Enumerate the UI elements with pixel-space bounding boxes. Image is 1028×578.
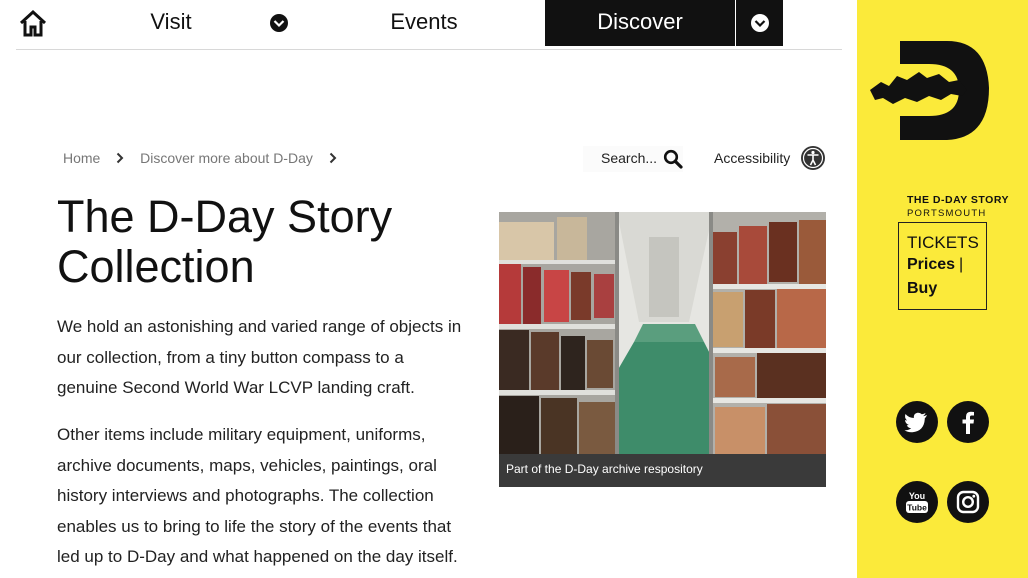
chevron-down-icon[interactable] bbox=[268, 12, 290, 34]
body-paragraph: Other items include military equipment, … bbox=[57, 425, 458, 566]
figure-caption: Part of the D-Day archive respository bbox=[499, 454, 826, 487]
facebook-icon[interactable] bbox=[947, 401, 989, 443]
search-label: Search... bbox=[601, 150, 658, 166]
search-box[interactable]: Search... bbox=[583, 146, 683, 172]
intro-paragraph: We hold an astonishing and varied range … bbox=[57, 317, 462, 397]
youtube-icon[interactable]: You Tube bbox=[896, 481, 938, 523]
twitter-icon[interactable] bbox=[896, 401, 938, 443]
nav-discover[interactable]: Discover bbox=[545, 0, 735, 46]
nav-visit[interactable]: Visit bbox=[126, 0, 216, 46]
breadcrumb-home[interactable]: Home bbox=[63, 150, 100, 166]
tickets-buy-link[interactable]: Buy bbox=[907, 280, 937, 297]
search-icon[interactable] bbox=[663, 149, 683, 174]
home-icon[interactable] bbox=[18, 8, 48, 38]
archive-photo bbox=[499, 212, 826, 454]
svg-text:Tube: Tube bbox=[907, 503, 927, 513]
nav-events[interactable]: Events bbox=[376, 0, 472, 46]
chevron-right-icon bbox=[329, 151, 337, 167]
logo-title: THE D-DAY STORY bbox=[907, 194, 1010, 206]
tickets-prices-link[interactable]: Prices bbox=[907, 256, 955, 273]
tickets-separator: | bbox=[959, 256, 964, 273]
tickets-box: TICKETS Prices | Buy bbox=[898, 222, 987, 310]
side-panel: THE D-DAY STORY PORTSMOUTH TICKETS Price… bbox=[857, 0, 1028, 578]
chevron-right-icon bbox=[116, 151, 124, 167]
accessibility-link[interactable]: Accessibility bbox=[714, 150, 790, 166]
page-title: The D-Day Story Collection bbox=[57, 191, 393, 292]
tickets-links: Prices | Buy bbox=[907, 253, 978, 301]
d-day-story-logo[interactable]: THE D-DAY STORY PORTSMOUTH bbox=[867, 38, 1017, 219]
top-navigation: Visit Events Discover bbox=[16, 0, 842, 50]
logo-subtitle: PORTSMOUTH bbox=[907, 208, 987, 219]
breadcrumb: Home Discover more about D-Day bbox=[63, 150, 349, 167]
chevron-down-icon[interactable] bbox=[736, 0, 783, 46]
instagram-icon[interactable] bbox=[947, 481, 989, 523]
archive-figure: Part of the D-Day archive respository bbox=[499, 212, 826, 487]
breadcrumb-discover[interactable]: Discover more about D-Day bbox=[140, 150, 313, 166]
svg-text:You: You bbox=[909, 491, 925, 501]
accessibility-icon[interactable] bbox=[800, 145, 826, 171]
tickets-title: TICKETS bbox=[907, 233, 979, 252]
